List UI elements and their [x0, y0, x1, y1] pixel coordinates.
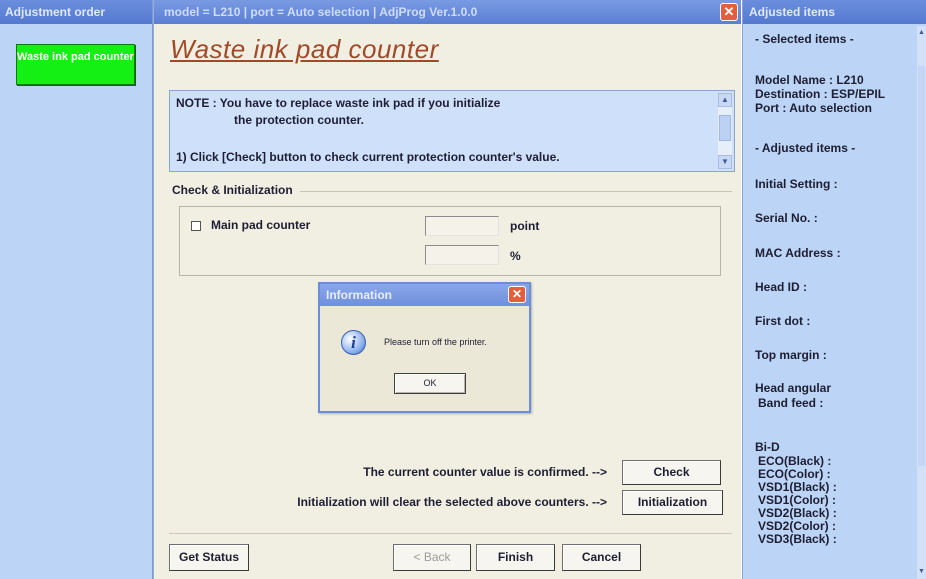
initialization-instruction: Initialization will clear the selected a…: [297, 495, 607, 509]
note-line-3: 1) Click [Check] button to check current…: [176, 150, 560, 164]
vsd1-color: VSD1(Color) :: [758, 493, 836, 507]
port: Port : Auto selection: [755, 101, 872, 115]
check-button[interactable]: Check: [622, 460, 721, 485]
window-close-icon[interactable]: ✕: [720, 3, 738, 21]
vsd2-color: VSD2(Color) :: [758, 519, 836, 533]
main-window-titlebar: model = L210 | port = Auto selection | A…: [154, 0, 741, 24]
adjusted-items-header: - Adjusted items -: [755, 141, 856, 155]
vsd3-black: VSD3(Black) :: [758, 532, 837, 546]
note-box: NOTE : You have to replace waste ink pad…: [169, 90, 735, 172]
get-status-button[interactable]: Get Status: [169, 544, 249, 571]
information-dialog: Information ✕ i Please turn off the prin…: [318, 282, 531, 413]
point-value-field: [425, 216, 499, 236]
main-pad-counter-checkbox[interactable]: [191, 221, 201, 231]
adjustment-order-title: Adjustment order: [0, 0, 152, 24]
note-line-1: NOTE : You have to replace waste ink pad…: [176, 96, 501, 110]
scroll-up-icon[interactable]: ▲: [718, 93, 732, 107]
dialog-titlebar: Information ✕: [320, 284, 529, 306]
dialog-close-icon[interactable]: ✕: [508, 286, 526, 303]
dialog-title: Information: [326, 288, 392, 302]
mac-address: MAC Address :: [755, 246, 841, 260]
percent-unit-label: %: [510, 249, 521, 263]
back-button[interactable]: < Back: [393, 544, 471, 571]
scroll-down-icon[interactable]: ▼: [718, 155, 732, 169]
band-feed: Band feed :: [758, 396, 824, 410]
scroll-up-icon[interactable]: ▲: [917, 28, 926, 38]
point-unit-label: point: [510, 219, 540, 233]
head-id: Head ID :: [755, 280, 808, 294]
group-divider: [300, 191, 732, 192]
bi-d: Bi-D: [755, 440, 780, 454]
model-name: Model Name : L210: [755, 73, 864, 87]
order-item-waste-ink-pad-counter[interactable]: Waste ink pad counter: [16, 44, 135, 85]
eco-black: ECO(Black) :: [758, 454, 832, 468]
vsd2-black: VSD2(Black) :: [758, 506, 837, 520]
percent-value-field: [425, 245, 499, 265]
adjusted-items-title: Adjusted items: [743, 0, 926, 24]
selected-items-header: - Selected items -: [755, 32, 854, 46]
adjustment-order-panel: Adjustment order Waste ink pad counter: [0, 0, 153, 579]
note-line-2: the protection counter.: [234, 113, 365, 127]
destination: Destination : ESP/EPIL: [755, 87, 886, 101]
adjusted-items-scroll-thumb[interactable]: [918, 66, 925, 466]
head-angular: Head angular: [755, 381, 832, 395]
serial-no: Serial No. :: [755, 211, 818, 225]
main-pad-counter-label: Main pad counter: [211, 218, 311, 232]
initial-setting: Initial Setting :: [755, 177, 838, 191]
scroll-down-icon[interactable]: ▼: [917, 567, 926, 577]
finish-button[interactable]: Finish: [476, 544, 555, 571]
footer-divider: [169, 533, 732, 534]
dialog-ok-button[interactable]: OK: [394, 373, 466, 394]
main-window-title: model = L210 | port = Auto selection | A…: [164, 5, 478, 19]
note-scrollbar[interactable]: ▲ ▼: [718, 93, 732, 169]
first-dot: First dot :: [755, 314, 811, 328]
check-instruction: The current counter value is confirmed. …: [363, 465, 607, 479]
vsd1-black: VSD1(Black) :: [758, 480, 837, 494]
information-icon: i: [341, 330, 366, 355]
counter-group: Main pad counter point %: [179, 206, 721, 276]
check-init-group-legend: Check & Initialization: [172, 183, 293, 197]
adjusted-items-panel: Adjusted items - Selected items - Model …: [742, 0, 926, 579]
page-title: Waste ink pad counter: [170, 34, 439, 64]
eco-color: ECO(Color) :: [758, 467, 831, 481]
note-scroll-thumb[interactable]: [719, 115, 731, 141]
top-margin: Top margin :: [755, 348, 827, 362]
adjusted-items-scrollbar[interactable]: ▲ ▼: [917, 26, 926, 579]
dialog-message: Please turn off the printer.: [384, 337, 487, 347]
initialization-button[interactable]: Initialization: [622, 490, 723, 515]
cancel-button[interactable]: Cancel: [562, 544, 641, 571]
